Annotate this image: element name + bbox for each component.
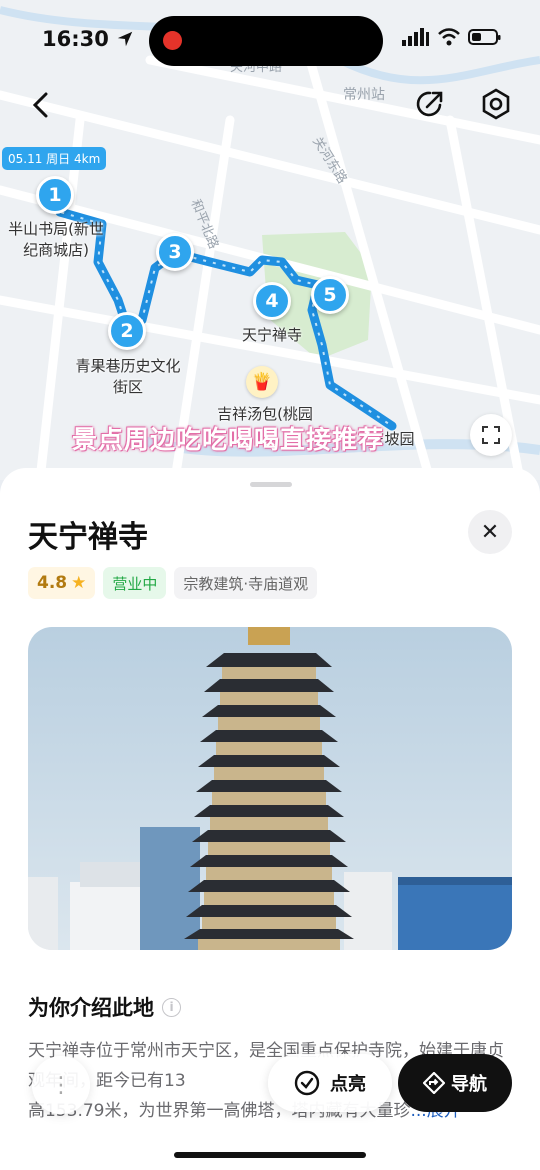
map-view[interactable]: 关河中路 常州站 关河东路 和平北路 05.11 周日 4km 1 半山书局(新… — [0, 0, 540, 480]
place-title: 天宁禅寺 — [28, 520, 148, 555]
expand-icon[interactable] — [470, 414, 512, 456]
check-icon — [294, 1070, 320, 1096]
location-arrow-icon — [117, 31, 133, 47]
dynamic-island — [149, 16, 383, 66]
route-stop-pin[interactable]: 4 — [253, 282, 291, 320]
back-icon[interactable] — [22, 86, 58, 124]
route-stop-pin[interactable]: 5 — [311, 276, 349, 314]
status-icons — [402, 28, 502, 46]
share-icon[interactable] — [410, 84, 450, 124]
battery-icon — [468, 29, 501, 45]
close-icon[interactable]: ✕ — [468, 510, 512, 554]
station-label: 常州站 — [343, 87, 385, 103]
sheet-grabber[interactable] — [250, 482, 292, 487]
category-badge: 宗教建筑·寺庙道观 — [174, 567, 318, 599]
pagoda-image — [28, 627, 512, 950]
checkin-button[interactable]: 点亮 — [268, 1054, 392, 1112]
navigate-button[interactable]: 导航 — [398, 1054, 512, 1112]
route-stop-pin[interactable]: 3 — [156, 233, 194, 271]
place-tags: 4.8 ★ 营业中 宗教建筑·寺庙道观 — [28, 567, 318, 599]
intro-section-title: 为你介绍此地 i — [28, 992, 181, 1022]
video-caption: 景点周边吃吃喝喝直接推荐 — [72, 425, 385, 454]
route-date-tag: 05.11 周日 4km — [2, 147, 107, 170]
recording-indicator — [163, 31, 182, 50]
stop-label: 天宁禅寺 — [241, 326, 302, 344]
stop-label: 青果巷历史文化街区 — [75, 357, 181, 396]
place-photo[interactable] — [28, 627, 512, 950]
navigation-icon — [423, 1072, 445, 1094]
status-time: 16:30 — [42, 27, 134, 51]
settings-icon[interactable] — [476, 84, 516, 124]
stop-label: 半山书局(新世纪商城店) — [8, 220, 104, 259]
info-icon[interactable]: i — [162, 997, 181, 1017]
signal-icon — [402, 28, 429, 46]
route-stop-pin[interactable]: 1 — [36, 176, 74, 214]
rating-badge: 4.8 ★ — [28, 567, 96, 599]
home-indicator[interactable] — [174, 1152, 366, 1158]
more-dots-icon[interactable]: ⋮ — [32, 1056, 90, 1114]
open-status-badge: 营业中 — [103, 567, 167, 599]
wifi-icon — [438, 28, 460, 46]
food-icon[interactable]: 🍟 — [246, 366, 278, 398]
star-icon: ★ — [71, 573, 87, 593]
route-stop-pin[interactable]: 2 — [108, 312, 146, 350]
